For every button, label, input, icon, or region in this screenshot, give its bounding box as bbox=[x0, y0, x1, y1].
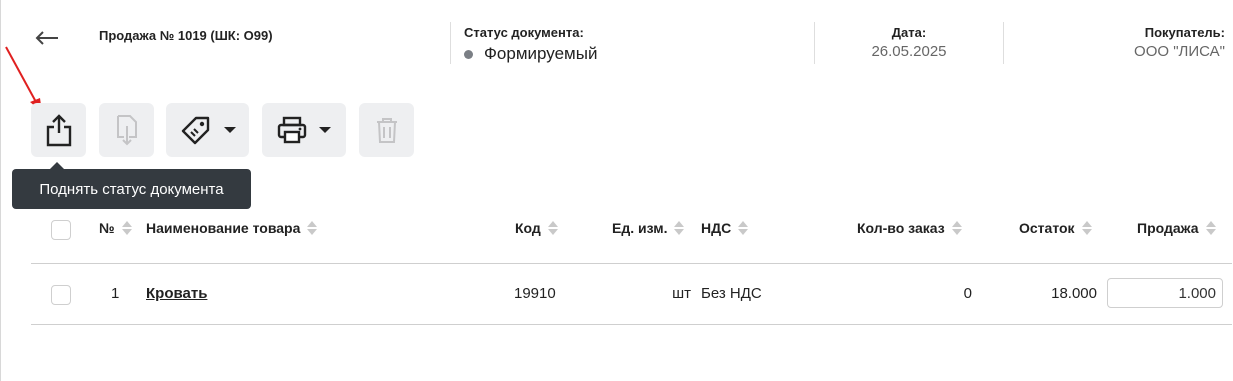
column-header-label: Ед. изм. bbox=[612, 220, 668, 236]
lower-status-button bbox=[99, 103, 154, 157]
sale-document-page: Продажа № 1019 (ШК: О99) Статус документ… bbox=[0, 0, 1233, 381]
column-header-vat[interactable]: НДС bbox=[701, 220, 749, 236]
sort-icon bbox=[674, 221, 685, 235]
table-row-divider bbox=[31, 324, 1232, 325]
row-select-checkbox[interactable] bbox=[51, 285, 71, 305]
sort-icon bbox=[121, 221, 132, 235]
status-text: Формируемый bbox=[484, 44, 598, 63]
tag-icon bbox=[181, 116, 209, 145]
tooltip-caret bbox=[50, 162, 64, 169]
column-header-code[interactable]: Код bbox=[515, 220, 558, 236]
share-upload-icon bbox=[46, 114, 71, 147]
column-header-label: Кол-во заказ bbox=[857, 220, 945, 236]
status-value: Формируемый bbox=[464, 44, 597, 64]
sort-icon bbox=[1205, 221, 1216, 235]
column-header-label: НДС bbox=[701, 220, 732, 236]
column-header-unit[interactable]: Ед. изм. bbox=[612, 220, 685, 236]
row-number: 1 bbox=[111, 285, 120, 302]
chevron-down-icon bbox=[223, 127, 236, 133]
product-vat: Без НДС bbox=[701, 285, 762, 302]
column-header-label: Продажа bbox=[1137, 220, 1199, 236]
printer-icon bbox=[277, 116, 307, 144]
trash-icon bbox=[376, 118, 397, 143]
column-header-label: Наименование товара bbox=[146, 220, 301, 236]
product-unit: шт bbox=[672, 285, 691, 302]
column-header-ordered[interactable]: Кол-во заказ bbox=[857, 220, 962, 236]
sort-icon bbox=[738, 221, 749, 235]
sort-icon bbox=[547, 221, 558, 235]
buyer-value: ООО "ЛИСА" bbox=[1134, 43, 1225, 60]
date-value: 26.05.2025 bbox=[871, 43, 947, 60]
sort-icon bbox=[1081, 221, 1092, 235]
sort-icon bbox=[951, 221, 962, 235]
column-header-label: № bbox=[99, 220, 115, 236]
column-header-sale[interactable]: Продажа bbox=[1137, 220, 1216, 236]
product-code: 19910 bbox=[514, 285, 556, 302]
sale-quantity-input[interactable] bbox=[1107, 278, 1223, 308]
date-block: Дата: 26.05.2025 bbox=[815, 25, 1003, 60]
stock-quantity: 18.000 bbox=[1051, 285, 1097, 302]
raise-status-button[interactable] bbox=[31, 103, 86, 157]
sort-icon bbox=[307, 221, 318, 235]
column-header-number[interactable]: № bbox=[99, 220, 132, 236]
chevron-down-icon bbox=[319, 127, 331, 133]
document-title: Продажа № 1019 (ШК: О99) bbox=[99, 28, 273, 43]
product-name-link[interactable]: Кровать bbox=[146, 285, 207, 302]
table-header-divider bbox=[31, 263, 1232, 264]
date-label: Дата: bbox=[891, 25, 927, 40]
status-dot-icon bbox=[464, 49, 473, 59]
select-all-checkbox[interactable] bbox=[51, 220, 71, 240]
header-divider bbox=[1003, 22, 1004, 64]
status-label: Статус документа: bbox=[464, 25, 584, 40]
column-header-label: Остаток bbox=[1019, 220, 1075, 236]
delete-button bbox=[359, 103, 414, 157]
buyer-label: Покупатель: bbox=[1144, 25, 1225, 40]
print-dropdown-button[interactable] bbox=[262, 103, 346, 157]
raise-status-tooltip: Поднять статус документа bbox=[12, 169, 251, 209]
ordered-quantity: 0 bbox=[963, 285, 972, 302]
buyer-block: Покупатель: ООО "ЛИСА" bbox=[1134, 25, 1225, 60]
column-header-label: Код bbox=[515, 220, 541, 236]
header-divider bbox=[450, 22, 451, 64]
column-header-name[interactable]: Наименование товара bbox=[146, 220, 318, 236]
document-download-icon bbox=[116, 115, 137, 146]
column-header-stock[interactable]: Остаток bbox=[1019, 220, 1092, 236]
labels-dropdown-button[interactable] bbox=[166, 103, 249, 157]
